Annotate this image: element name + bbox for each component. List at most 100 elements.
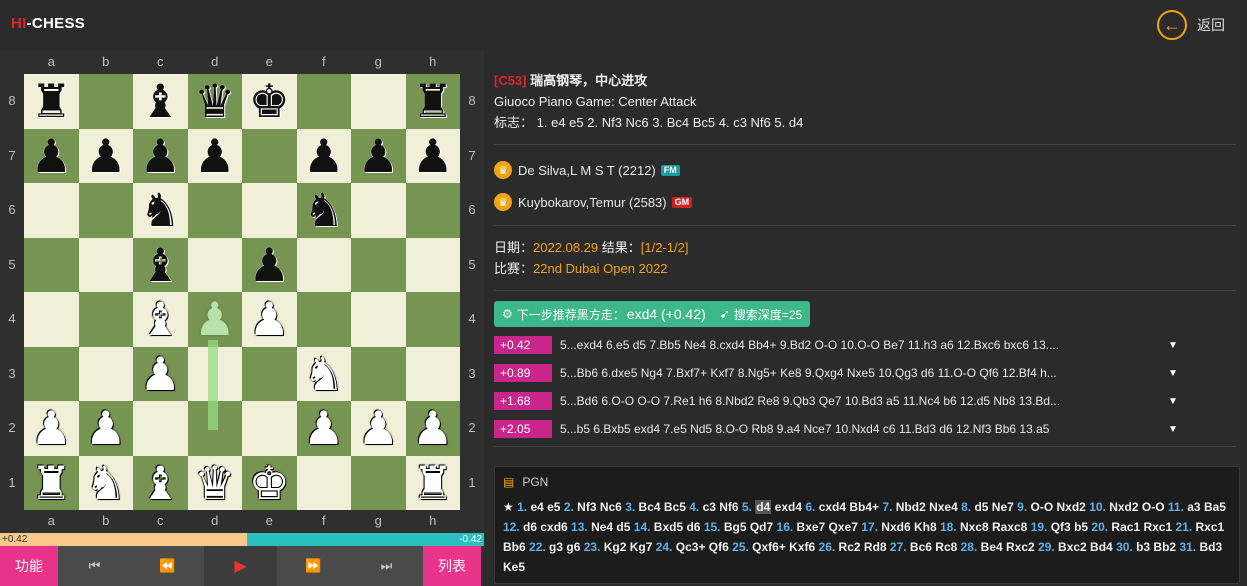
move-text[interactable]: Be4 Rxc2 — [977, 540, 1038, 554]
black-bishop-icon[interactable]: ♝ — [140, 78, 181, 124]
square-a1[interactable]: ♜ — [24, 455, 79, 510]
move-text[interactable]: Bc6 Rc8 — [907, 540, 961, 554]
white-knight-icon[interactable]: ♞ — [85, 460, 126, 506]
white-knight-icon[interactable]: ♞ — [303, 351, 344, 397]
brand-logo[interactable]: HI-CHESS — [11, 15, 85, 32]
square-h8[interactable]: ♜ — [405, 74, 460, 129]
next-move-button[interactable]: ⏩ — [277, 546, 350, 586]
square-e8[interactable]: ♚ — [242, 74, 297, 129]
expand-icon[interactable]: ▼ — [1168, 368, 1178, 379]
move-text[interactable]: Bxd5 d6 — [650, 520, 703, 534]
square-g8[interactable] — [351, 74, 406, 129]
chess-board[interactable]: ♜ ♝ ♛ ♚ ♜ ♟ ♟ ♟ ♟ ♟ ♟ ♟ ♞ ♞ ♝ ♟ ♝ ♟ ♟ ♟ ♞ ♟ ♟ ♟ ♟ ♟ ♜ ♞ ♝ ♛ ♚ ♜ — [24, 74, 460, 510]
square-g1[interactable] — [351, 455, 406, 510]
move-text[interactable]: Bxc2 Bd4 — [1055, 540, 1116, 554]
square-c4[interactable]: ♝ — [133, 292, 188, 347]
square-f6[interactable]: ♞ — [296, 183, 351, 238]
square-b2[interactable]: ♟ — [78, 401, 133, 456]
square-a5[interactable] — [24, 237, 79, 292]
square-e3[interactable] — [242, 346, 297, 401]
black-knight-icon[interactable]: ♞ — [303, 187, 344, 233]
square-d1[interactable]: ♛ — [187, 455, 242, 510]
square-c7[interactable]: ♟ — [133, 128, 188, 183]
black-pawn-icon[interactable]: ♟ — [140, 133, 181, 179]
variation-line[interactable]: +1.68 5...Bd6 6.O-O O-O 7.Re1 h6 8.Nbd2 … — [494, 390, 1236, 412]
move-text[interactable]: exd4 — [771, 500, 805, 514]
black-pawn-icon[interactable]: ♟ — [194, 133, 235, 179]
move-text[interactable]: Ne4 d5 — [588, 520, 634, 534]
black-bishop-icon[interactable]: ♝ — [140, 242, 181, 288]
white-bishop-icon[interactable]: ♝ — [140, 296, 181, 342]
expand-icon[interactable]: ▼ — [1168, 340, 1178, 351]
engine-suggestion[interactable]: ⚙ 下一步推荐黑方走： exd4 (+0.42) ➹ 搜索深度=25 — [494, 301, 811, 327]
white-pawn-icon[interactable]: ♟ — [85, 405, 126, 451]
square-e7[interactable] — [242, 128, 297, 183]
move-text[interactable]: d6 cxd6 — [520, 520, 571, 534]
square-e1[interactable]: ♚ — [242, 455, 297, 510]
ghost-pawn-icon[interactable]: ♟ — [194, 296, 235, 342]
black-pawn-icon[interactable]: ♟ — [412, 133, 453, 179]
white-queen-icon[interactable]: ♛ — [194, 460, 235, 506]
square-h5[interactable] — [405, 237, 460, 292]
square-a6[interactable] — [24, 183, 79, 238]
variation-line[interactable]: +0.89 5...Bb6 6.dxe5 Ng4 7.Bxf7+ Kxf7 8.… — [494, 362, 1236, 384]
white-pawn-icon[interactable]: ♟ — [249, 296, 290, 342]
white-king-icon[interactable]: ♚ — [249, 460, 290, 506]
square-e4[interactable]: ♟ — [242, 292, 297, 347]
black-rook-icon[interactable]: ♜ — [412, 78, 453, 124]
square-f8[interactable] — [296, 74, 351, 129]
previous-move-button[interactable]: ⏪ — [131, 546, 204, 586]
square-h6[interactable] — [405, 183, 460, 238]
square-g2[interactable]: ♟ — [351, 401, 406, 456]
white-pawn-icon[interactable]: ♟ — [358, 405, 399, 451]
square-g3[interactable] — [351, 346, 406, 401]
current-move[interactable]: d4 — [755, 500, 772, 514]
square-a3[interactable] — [24, 346, 79, 401]
square-d5[interactable] — [187, 237, 242, 292]
white-pawn-icon[interactable]: ♟ — [31, 405, 72, 451]
move-text[interactable]: Nxc8 Raxc8 — [957, 520, 1031, 534]
black-queen-icon[interactable]: ♛ — [194, 78, 235, 124]
black-pawn-icon[interactable]: ♟ — [85, 133, 126, 179]
white-pawn-icon[interactable]: ♟ — [412, 405, 453, 451]
square-c2[interactable] — [133, 401, 188, 456]
expand-icon[interactable]: ▼ — [1168, 424, 1178, 435]
variation-line[interactable]: +0.42 5...exd4 6.e5 d5 7.Bb5 Ne4 8.cxd4 … — [494, 334, 1236, 356]
move-text[interactable]: Bg5 Qd7 — [721, 520, 777, 534]
square-c8[interactable]: ♝ — [133, 74, 188, 129]
black-pawn-icon[interactable]: ♟ — [358, 133, 399, 179]
square-c1[interactable]: ♝ — [133, 455, 188, 510]
square-b4[interactable] — [78, 292, 133, 347]
white-rook-icon[interactable]: ♜ — [412, 460, 453, 506]
move-text[interactable]: Bc4 Bc5 — [635, 500, 689, 514]
square-b5[interactable] — [78, 237, 133, 292]
variation-line[interactable]: +2.05 5...b5 6.Bxb5 exd4 7.e5 Nd5 8.O-O … — [494, 418, 1236, 440]
square-g5[interactable] — [351, 237, 406, 292]
square-c6[interactable]: ♞ — [133, 183, 188, 238]
square-d4[interactable]: ♟ — [187, 292, 242, 347]
square-c3[interactable]: ♟ — [133, 346, 188, 401]
move-text[interactable]: Rac1 Rxc1 — [1108, 520, 1175, 534]
move-text[interactable]: g3 g6 — [546, 540, 584, 554]
square-b8[interactable] — [78, 74, 133, 129]
move-text[interactable]: Nf3 Nc6 — [574, 500, 625, 514]
expand-icon[interactable]: ▼ — [1168, 396, 1178, 407]
square-h7[interactable]: ♟ — [405, 128, 460, 183]
black-king-icon[interactable]: ♚ — [249, 78, 290, 124]
square-f5[interactable] — [296, 237, 351, 292]
black-pawn-icon[interactable]: ♟ — [249, 242, 290, 288]
white-pawn-icon[interactable]: ♟ — [303, 405, 344, 451]
move-text[interactable]: c3 Nf6 — [699, 500, 742, 514]
move-text[interactable]: b3 Bb2 — [1133, 540, 1180, 554]
move-text[interactable]: Nxd2 O-O — [1106, 500, 1168, 514]
black-pawn-icon[interactable]: ♟ — [31, 133, 72, 179]
square-a7[interactable]: ♟ — [24, 128, 79, 183]
square-g4[interactable] — [351, 292, 406, 347]
move-text[interactable]: d5 Ne7 — [971, 500, 1017, 514]
square-c5[interactable]: ♝ — [133, 237, 188, 292]
move-text[interactable]: Bxe7 Qxe7 — [793, 520, 861, 534]
first-move-button[interactable]: ⏮ — [58, 546, 131, 586]
square-f4[interactable] — [296, 292, 351, 347]
last-move-button[interactable]: ⏭ — [350, 546, 423, 586]
white-pawn-icon[interactable]: ♟ — [140, 351, 181, 397]
